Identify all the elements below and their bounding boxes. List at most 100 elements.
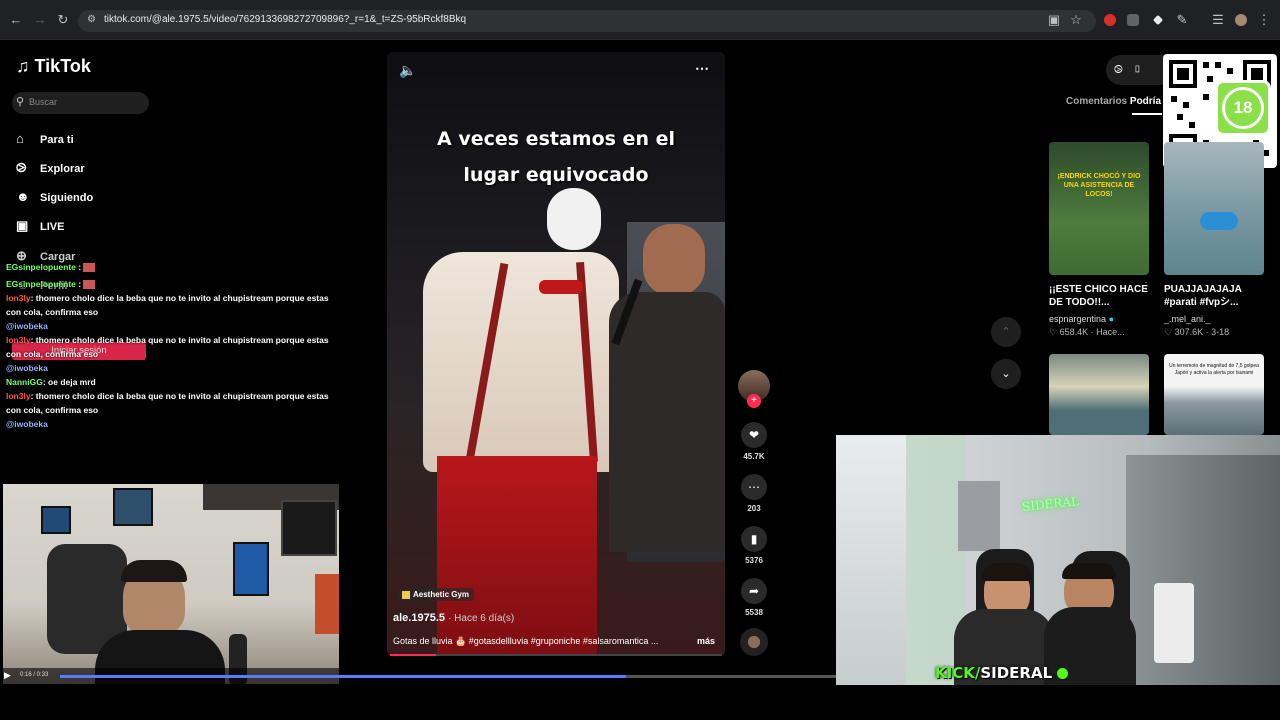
sound-icon bbox=[402, 590, 410, 599]
comment-button[interactable]: ⋯ 203 bbox=[741, 474, 767, 513]
age-badge-text: 18 bbox=[1222, 87, 1264, 129]
chat-message: lon3ly: thomero cholo dice la beba que n… bbox=[6, 291, 336, 319]
kick-logo-text: KICK bbox=[935, 664, 975, 682]
chat-message: @iwobeka bbox=[6, 319, 336, 333]
neon-sign: SIDERAL bbox=[1021, 494, 1080, 514]
wall-poster bbox=[315, 574, 339, 634]
share-count: 5538 bbox=[745, 608, 763, 617]
video-player[interactable]: A veces estamos en el lugar equivocado 🔈… bbox=[387, 52, 725, 656]
video-thumbnail[interactable]: Un terremoto de magnitud de 7,5 golpea J… bbox=[1164, 354, 1264, 435]
emote-icon bbox=[83, 263, 96, 273]
video-meta: ♡ 307.6K · 3-18 bbox=[1164, 327, 1230, 337]
tab-podria-interesarte[interactable]: Podría bbox=[1130, 96, 1161, 107]
follow-plus-icon[interactable]: + bbox=[747, 394, 761, 408]
chat-username: lon3ly bbox=[6, 293, 31, 303]
man-face bbox=[643, 224, 705, 296]
next-video-button[interactable]: ⌄ bbox=[991, 359, 1021, 389]
install-icon[interactable]: ▣ bbox=[1046, 12, 1062, 28]
tab-comentarios[interactable]: Comentarios bbox=[1066, 96, 1127, 107]
compass-icon: ⧁ bbox=[16, 160, 27, 175]
nav-live[interactable]: ▣ LIVE bbox=[16, 218, 64, 238]
heart-outline-icon: ♡ bbox=[1049, 327, 1058, 337]
mime-pants bbox=[437, 456, 597, 656]
more-options-icon[interactable]: ⋮ bbox=[1141, 281, 1151, 292]
chat-text: : thomero cholo dice la beba que no te i… bbox=[6, 293, 329, 317]
video-title[interactable]: ¡¡ESTE CHICO HACE DE TODO!!... bbox=[1049, 283, 1149, 309]
chat-text: : thomero cholo dice la beba que no te i… bbox=[6, 391, 329, 415]
phone-icon[interactable]: ▯ bbox=[1133, 64, 1152, 76]
video-meta: ♡ 658.4K · Hace... bbox=[1049, 327, 1125, 337]
home-icon: ⌂ bbox=[16, 131, 24, 146]
previous-video-button[interactable]: ⌃ bbox=[991, 317, 1021, 347]
window bbox=[958, 481, 1000, 551]
chat-message: EGsinpelopuente : bbox=[6, 260, 336, 274]
search-input[interactable]: ⚲ Buscar bbox=[12, 92, 149, 114]
video-caption-line2: lugar equivocado bbox=[463, 164, 649, 186]
stream-badge: KICK/SIDERAL bbox=[935, 664, 1069, 682]
chat-message: @iwobeka bbox=[6, 361, 336, 375]
video-thumbnail[interactable] bbox=[1164, 142, 1264, 275]
heart-icon: ❤ bbox=[741, 422, 767, 448]
address-bar[interactable]: ⚙ tiktok.com/@ale.1975.5/video/762913369… bbox=[78, 10, 1096, 32]
webcam-left bbox=[3, 484, 339, 684]
extensions-puzzle-icon[interactable]: ✎ bbox=[1174, 12, 1190, 28]
compass-icon[interactable]: ⧁ bbox=[1114, 64, 1133, 76]
video-author-line: ale.1975.5 · Hace 6 día(s) bbox=[393, 612, 515, 624]
reload-icon[interactable]: ↻ bbox=[55, 12, 71, 28]
stream-seek-bar[interactable] bbox=[60, 675, 836, 678]
verified-icon: ● bbox=[1108, 314, 1114, 324]
music-disc-button[interactable] bbox=[740, 628, 768, 656]
save-count: 5376 bbox=[745, 556, 763, 565]
heart-outline-icon: ♡ bbox=[1164, 327, 1173, 337]
save-button[interactable]: ▮ 5376 bbox=[741, 526, 767, 565]
wall-frame bbox=[41, 506, 71, 534]
bookmark-star-icon[interactable]: ☆ bbox=[1068, 12, 1084, 28]
extension-icon[interactable] bbox=[1127, 14, 1139, 26]
chat-username: NanniGG bbox=[6, 377, 43, 387]
like-count: 45.7K bbox=[743, 452, 765, 461]
video-thumbnail[interactable] bbox=[1049, 354, 1149, 435]
channel-name: SIDERAL bbox=[980, 664, 1053, 682]
video-title[interactable]: PUAJJAJAJAJA #parati #fvpシ... bbox=[1164, 283, 1264, 309]
author-avatar-button[interactable]: + bbox=[738, 370, 770, 408]
more-link[interactable]: más bbox=[697, 636, 715, 646]
author-link[interactable]: ale.1975.5 bbox=[393, 612, 445, 624]
video-author[interactable]: _.mel_ani._ bbox=[1164, 314, 1264, 324]
curtain bbox=[1126, 455, 1280, 685]
tiktok-logo[interactable]: ♫ TikTok bbox=[16, 56, 91, 77]
chat-message: lon3ly: thomero cholo dice la beba que n… bbox=[6, 389, 336, 417]
nav-siguiendo[interactable]: ☻ Siguiendo bbox=[16, 189, 93, 209]
stream-chat: EGsinpelopuente : EGsinpelopuente : lon3… bbox=[6, 250, 336, 431]
volume-icon[interactable]: 🔈 bbox=[399, 62, 416, 79]
stream-player-bar: ▶ 0:16 / 0:33 bbox=[0, 668, 836, 684]
site-info-icon[interactable]: ⚙ bbox=[87, 14, 96, 25]
video-progress[interactable] bbox=[390, 654, 722, 656]
menu-kebab-icon[interactable]: ⋮ bbox=[1256, 12, 1272, 28]
more-options-icon[interactable]: ⋯ bbox=[695, 60, 709, 77]
back-icon[interactable]: ← bbox=[8, 12, 24, 28]
video-author[interactable]: espnargentina ● bbox=[1049, 314, 1149, 324]
nav-explorar[interactable]: ⧁ Explorar bbox=[16, 160, 85, 180]
sound-tag[interactable]: Aesthetic Gym bbox=[397, 588, 475, 601]
media-control-icon[interactable]: ☰ bbox=[1210, 12, 1226, 28]
forward-icon[interactable]: → bbox=[32, 12, 48, 28]
like-button[interactable]: ❤ 45.7K bbox=[741, 422, 767, 461]
stream-time: 0:16 / 0:33 bbox=[20, 672, 49, 678]
search-placeholder: Buscar bbox=[29, 97, 58, 107]
play-icon[interactable]: ▶ bbox=[4, 670, 11, 681]
thumbnail-text: ¡ENDRICK CHOCÓ Y DIO UNA ASISTENCIA DE L… bbox=[1057, 173, 1141, 198]
video-thumbnail[interactable]: ¡ENDRICK CHOCÓ Y DIO UNA ASISTENCIA DE L… bbox=[1049, 142, 1149, 275]
right-tabs: Comentarios Podría bbox=[1066, 96, 1161, 107]
following-icon: ☻ bbox=[16, 189, 30, 204]
extension-icon[interactable] bbox=[1152, 14, 1164, 26]
nav-label: LIVE bbox=[40, 221, 65, 233]
avatar[interactable] bbox=[1235, 14, 1247, 26]
live-icon: ▣ bbox=[16, 218, 29, 233]
nav-para-ti[interactable]: ⌂ Para ti bbox=[16, 131, 74, 151]
like-count: 307.6K bbox=[1174, 327, 1204, 337]
video-description: Gotas de lluvia 🎂 #gotasdellluvia #grupo… bbox=[393, 636, 659, 646]
wall-door bbox=[836, 435, 906, 685]
extension-icon[interactable] bbox=[1104, 14, 1116, 26]
share-button[interactable]: ➦ 5538 bbox=[741, 578, 767, 617]
chat-message: lon3ly: thomero cholo dice la beba que n… bbox=[6, 333, 336, 361]
